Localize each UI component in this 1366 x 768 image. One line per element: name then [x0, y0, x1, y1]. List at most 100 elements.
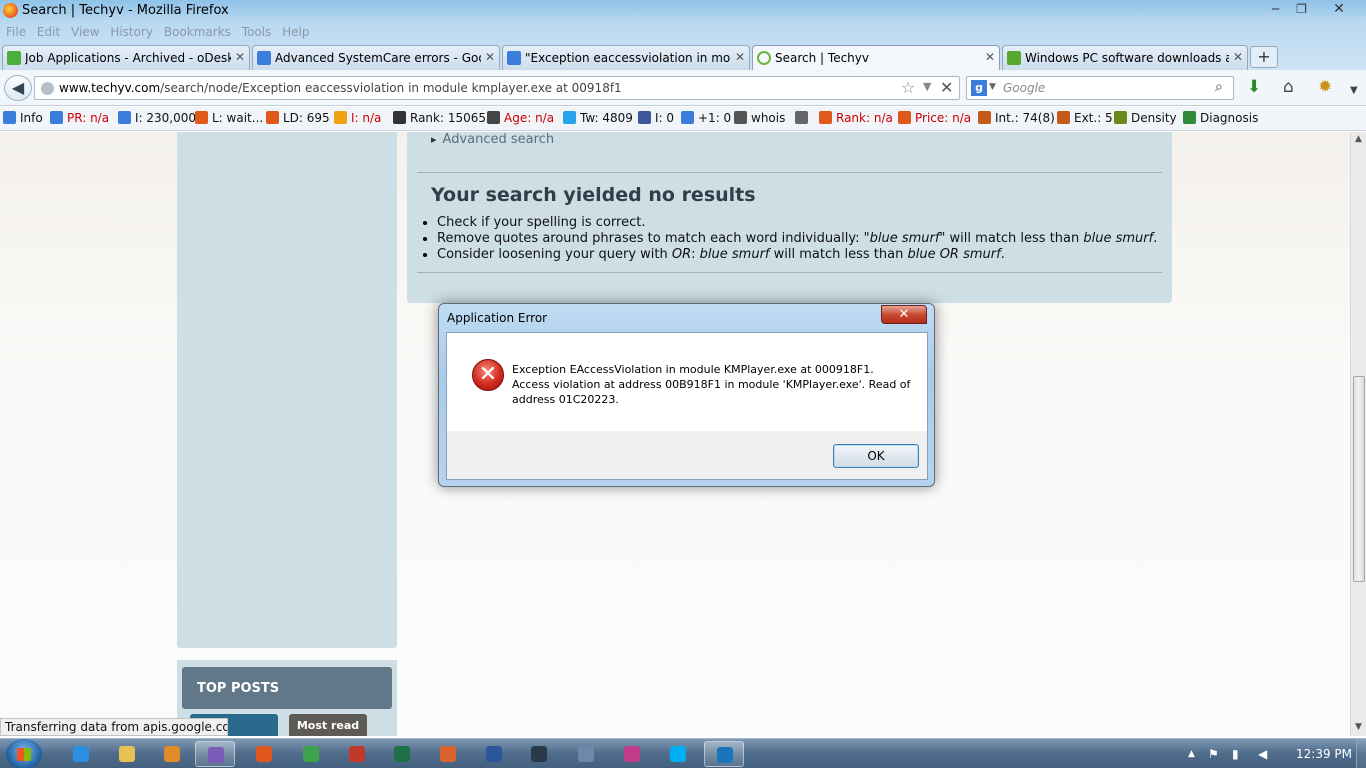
bookmark-star-icon[interactable]: ☆ [901, 78, 915, 97]
seo-item[interactable]: I: 230,000 [118, 111, 196, 125]
ok-button[interactable]: OK [833, 444, 919, 468]
taskbar-app-teamviewer[interactable] [704, 741, 744, 767]
taskbar-clock[interactable]: 12:39 PM [1296, 747, 1352, 761]
seo-item[interactable]: +1: 0 [681, 111, 731, 125]
menu-bookmarks[interactable]: Bookmarks [164, 22, 231, 42]
stop-loading-icon[interactable]: ✕ [940, 78, 953, 97]
search-bar[interactable]: g ▼ Google ⌕ [966, 76, 1234, 100]
tab-advanced-systemcare[interactable]: Advanced SystemCare errors - Googl... ✕ [252, 45, 500, 70]
seo-item-icon [334, 111, 347, 124]
seo-item[interactable] [795, 111, 812, 125]
seo-item-icon [638, 111, 651, 124]
dialog-close-button[interactable]: ✕ [881, 305, 927, 324]
home-icon[interactable]: ⌂ [1283, 79, 1294, 96]
google-engine-icon[interactable]: g [971, 80, 987, 96]
scroll-down-arrow-icon[interactable]: ▼ [1355, 722, 1362, 732]
taskbar-app-media[interactable] [152, 741, 192, 767]
tab-windows-software[interactable]: Windows PC software downloads an... ✕ [1002, 45, 1248, 70]
most-read-tab[interactable]: Most read [289, 714, 367, 736]
tab-exception-search[interactable]: "Exception eaccessviolation in modul... … [502, 45, 750, 70]
menu-view[interactable]: View [71, 22, 99, 42]
vertical-scrollbar[interactable]: ▲ ▼ [1350, 132, 1366, 736]
seo-item[interactable]: Tw: 4809 [563, 111, 633, 125]
tab-techyv-search[interactable]: Search | Techyv ✕ [752, 45, 1000, 70]
menu-tools[interactable]: Tools [242, 22, 272, 42]
navigation-bar: ◀ www.techyv.com/search/node/Exception e… [0, 70, 1366, 106]
dialog-message-line: Access violation at address 00B918F1 in … [512, 378, 911, 391]
maximize-button[interactable]: ❐ [1288, 1, 1315, 18]
tab-odesk[interactable]: Job Applications - Archived - oDesk ✕ [2, 45, 250, 70]
show-desktop-button[interactable] [1356, 739, 1366, 768]
seo-item[interactable]: PR: n/a [50, 111, 109, 125]
start-button[interactable] [6, 739, 42, 768]
seo-item[interactable]: whois [734, 111, 785, 125]
taskbar-app-ie[interactable] [61, 741, 101, 767]
seo-item[interactable]: LD: 695 [266, 111, 330, 125]
taskbar-app-excel[interactable] [382, 741, 422, 767]
menu-help[interactable]: Help [282, 22, 309, 42]
tab-close-icon[interactable]: ✕ [1233, 50, 1243, 64]
taskbar-app-app-orange[interactable] [428, 741, 468, 767]
new-tab-button[interactable]: + [1250, 46, 1278, 68]
seo-item[interactable]: I: 0 [638, 111, 674, 125]
taskbar-app-calculator[interactable] [566, 741, 606, 767]
taskbar-app-skype[interactable] [658, 741, 698, 767]
seo-item-icon [1114, 111, 1127, 124]
menu-history[interactable]: History [110, 22, 153, 42]
network-signal-icon[interactable]: ▮ [1232, 747, 1239, 761]
divider [417, 172, 1162, 173]
seo-item[interactable]: Info [3, 111, 43, 125]
seo-item-label: Rank: 150655 [410, 111, 494, 125]
volume-icon[interactable]: ◀ [1258, 747, 1267, 761]
tab-label: Advanced SystemCare errors - Googl... [275, 51, 481, 65]
tab-close-icon[interactable]: ✕ [235, 50, 245, 64]
close-window-button[interactable]: ✕ [1316, 1, 1362, 18]
action-center-flag-icon[interactable]: ⚑ [1208, 747, 1219, 761]
seo-item[interactable]: Rank: n/a [819, 111, 893, 125]
seo-item[interactable]: Int.: 74(8) [978, 111, 1055, 125]
site-identity-icon[interactable] [41, 82, 54, 95]
seo-item[interactable]: Rank: 150655 [393, 111, 494, 125]
search-input[interactable]: Google [1003, 81, 1045, 95]
seo-item-label: I: n/a [351, 111, 382, 125]
back-button[interactable]: ◀ [4, 75, 32, 101]
download-icon[interactable]: ⬇ [1247, 79, 1261, 96]
seo-item[interactable]: Price: n/a [898, 111, 971, 125]
taskbar-app-app-pink[interactable] [612, 741, 652, 767]
tab-close-icon[interactable]: ✕ [735, 50, 745, 64]
tray-expand-icon[interactable]: ▲ [1188, 749, 1195, 759]
seo-item[interactable]: Age: n/a [487, 111, 554, 125]
taskbar-app-kmplayer[interactable] [519, 741, 559, 767]
seo-item[interactable]: Diagnosis [1183, 111, 1258, 125]
seo-item[interactable]: Density [1114, 111, 1177, 125]
taskbar-app-app-red[interactable] [337, 741, 377, 767]
menu-file[interactable]: File [6, 22, 26, 42]
seo-item-icon [819, 111, 832, 124]
firefox-icon [256, 746, 272, 762]
minimize-button[interactable]: ─ [1262, 1, 1289, 18]
search-engine-dropdown-icon[interactable]: ▼ [989, 82, 996, 92]
tab-close-icon[interactable]: ✕ [985, 50, 995, 64]
seo-item-icon [734, 111, 747, 124]
url-text[interactable]: www.techyv.com/search/node/Exception eac… [59, 81, 622, 95]
seo-item[interactable]: L: wait... [195, 111, 263, 125]
seo-item[interactable]: Ext.: 5 [1057, 111, 1113, 125]
taskbar-app-word[interactable] [474, 741, 514, 767]
url-history-dropdown-icon[interactable]: ▼ [923, 80, 931, 93]
taskbar-app-chrome[interactable] [291, 741, 331, 767]
taskbar-app-explorer[interactable] [107, 741, 147, 767]
menu-edit[interactable]: Edit [37, 22, 60, 42]
seo-item[interactable]: I: n/a [334, 111, 381, 125]
url-bar[interactable]: www.techyv.com/search/node/Exception eac… [34, 76, 960, 100]
addon-gear-icon[interactable]: ✹ [1318, 79, 1332, 96]
advanced-search-link[interactable]: Advanced search [431, 132, 555, 147]
scroll-thumb[interactable] [1353, 376, 1365, 582]
taskbar-app-firefox[interactable] [244, 741, 284, 767]
seo-item-icon [681, 111, 694, 124]
taskbar-app-visual-studio[interactable] [195, 741, 235, 767]
tab-close-icon[interactable]: ✕ [485, 50, 495, 64]
scroll-up-arrow-icon[interactable]: ▲ [1355, 134, 1362, 144]
toolbar-menu-dropdown-icon[interactable]: ▼ [1350, 82, 1358, 99]
download-site-favicon-icon [1007, 51, 1021, 65]
search-magnifier-icon[interactable]: ⌕ [1215, 79, 1223, 95]
